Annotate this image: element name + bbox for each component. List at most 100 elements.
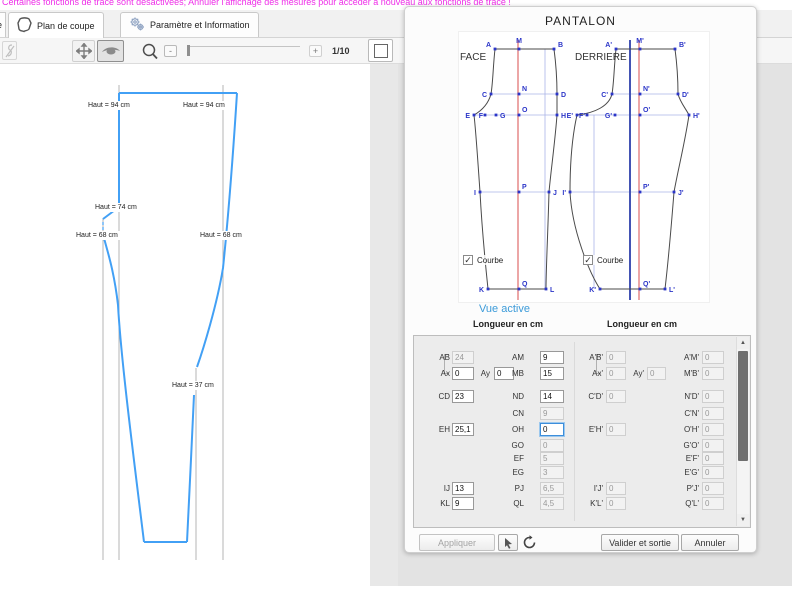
measure-field-PJ: 6,5 — [540, 482, 564, 495]
point-label-N': N' — [643, 86, 650, 93]
zoom-slider-handle[interactable] — [187, 45, 190, 56]
validate-exit-button[interactable]: Valider et sortie — [601, 534, 679, 551]
apply-button[interactable]: Appliquer — [419, 534, 495, 551]
measure-label-E'F': E'F' — [667, 452, 699, 465]
measure-field-KL[interactable]: 9 — [452, 497, 474, 510]
measure-label-Q'L': Q'L' — [667, 497, 699, 510]
measure-field-EH[interactable]: 25,1 — [452, 423, 474, 436]
dialog-title: PANTALON — [405, 14, 756, 28]
measure-label: Haut = 94 cm — [86, 101, 132, 110]
measure-label-Ax: Ax — [420, 367, 450, 380]
pattern-diagram-box: AMBCNDEFGOHIPJKQL A'M'B'C'N'D'E'F'G'O'H'… — [458, 31, 710, 303]
courbe-label: Courbe — [477, 256, 503, 265]
measure-label-EG: EG — [492, 466, 524, 479]
tab-parametre-et-information[interactable]: Paramètre et Information — [120, 12, 259, 37]
measure-label-EF: EF — [492, 452, 524, 465]
checkbox-checked-icon[interactable]: ✓ — [583, 255, 593, 265]
diagram-point-J' — [673, 191, 676, 194]
checkbox-checked-icon[interactable]: ✓ — [463, 255, 473, 265]
measure-label: Haut = 68 cm — [198, 231, 244, 240]
zoom-in-button[interactable]: + — [309, 45, 322, 57]
measure-field-QL: 4,5 — [540, 497, 564, 510]
point-label-F: F — [479, 113, 484, 120]
point-label-L': L' — [669, 287, 675, 294]
measure-field-AM[interactable]: 9 — [540, 351, 564, 364]
measure-field-MB[interactable]: 15 — [540, 367, 564, 380]
diagram-point-D' — [677, 93, 680, 96]
measure-field-N'D': 0 — [702, 390, 724, 403]
point-label-E': E' — [567, 113, 574, 120]
diagram-point-C' — [611, 93, 614, 96]
courbe-label: Courbe — [597, 256, 623, 265]
measure-field-A'B': 0 — [606, 351, 626, 364]
freehand-tool-button[interactable] — [2, 41, 17, 60]
measure-label-QL: QL — [492, 497, 524, 510]
diagram-point-H — [556, 114, 559, 117]
courbe-checkbox-back[interactable]: ✓ Courbe — [583, 255, 623, 265]
diagram-point-Q' — [639, 288, 642, 291]
diagram-point-C — [490, 93, 493, 96]
zoom-slider-track[interactable] — [188, 46, 300, 47]
scroll-thumb[interactable] — [738, 351, 748, 461]
eye-show-measures-button[interactable] — [97, 40, 124, 62]
measurements-panel: ▲ ▼ AB24AM9A'B'0A'M'0Ax0Ay0MB15Ax'0Ay'0M… — [413, 335, 751, 528]
zoom-level-indicator: 1/10 — [332, 46, 350, 56]
measure-field-ND[interactable]: 14 — [540, 390, 564, 403]
measure-field-C'N': 0 — [702, 407, 724, 420]
measure-field-G'O': 0 — [702, 439, 724, 452]
measure-field-CD[interactable]: 23 — [452, 390, 474, 403]
cancel-button[interactable]: Annuler — [681, 534, 739, 551]
measure-field-M'B': 0 — [702, 367, 724, 380]
measure-label-CD: CD — [420, 390, 450, 403]
tab-plan-de-coupe[interactable]: Plan de coupe — [8, 12, 104, 38]
canvas-right-gutter — [370, 64, 398, 586]
point-label-O: O — [522, 107, 528, 114]
refresh-button[interactable] — [522, 535, 538, 551]
measure-field-O'H': 0 — [702, 423, 724, 436]
refresh-icon — [522, 535, 537, 550]
pattern-canvas[interactable]: Haut = 94 cm Haut = 94 cm Haut = 74 cm H… — [0, 64, 370, 586]
zoom-out-button[interactable]: - — [164, 45, 177, 57]
measure-label-OH: OH — [492, 423, 524, 436]
diagram-point-I — [479, 191, 482, 194]
measure-field-I'J': 0 — [606, 482, 626, 495]
measure-field-Ay': 0 — [647, 367, 666, 380]
face-view-label: FACE — [460, 52, 486, 63]
diagram-point-N' — [639, 93, 642, 96]
measure-label-E'H': E'H' — [571, 423, 603, 436]
cursor-arrow-icon — [503, 537, 514, 549]
pointer-tool-button[interactable] — [498, 534, 518, 551]
diagram-point-P — [518, 191, 521, 194]
measure-label-EH: EH — [420, 423, 450, 436]
column-header-left: Longueur en cm — [458, 319, 558, 329]
point-label-N: N — [522, 86, 527, 93]
square-frame-icon — [374, 44, 388, 58]
measure-label: Haut = 68 cm — [74, 231, 120, 240]
leather-hide-icon — [17, 17, 32, 35]
pan-move-button[interactable] — [72, 40, 95, 62]
measure-label-A'M': A'M' — [667, 351, 699, 364]
tab-label: Plan de coupe — [37, 21, 95, 31]
scroll-up-arrow[interactable]: ▲ — [737, 337, 749, 349]
measure-label-G'O': G'O' — [667, 439, 699, 452]
measure-field-IJ[interactable]: 13 — [452, 482, 474, 495]
gear-icon — [129, 16, 145, 34]
diagram-point-M' — [639, 48, 642, 51]
measure-field-E'G': 0 — [702, 466, 724, 479]
scroll-down-arrow[interactable]: ▼ — [737, 514, 749, 526]
diagram-point-F — [484, 114, 487, 117]
measure-field-E'F': 0 — [702, 452, 724, 465]
diagram-point-N — [518, 93, 521, 96]
measure-label-CN: CN — [492, 407, 524, 420]
diagram-point-K' — [599, 288, 602, 291]
measure-field-EG: 3 — [540, 466, 564, 479]
diagram-point-Q — [518, 288, 521, 291]
tab-partial[interactable]: e — [0, 12, 6, 37]
courbe-checkbox-face[interactable]: ✓ Courbe — [463, 255, 503, 265]
frame-select-button[interactable] — [368, 39, 393, 62]
panel-scrollbar[interactable]: ▲ ▼ — [736, 337, 749, 526]
diagram-point-L' — [664, 288, 667, 291]
measure-field-OH[interactable]: 0 — [540, 423, 564, 436]
point-label-I: I — [474, 190, 476, 197]
measure-field-C'D': 0 — [606, 390, 626, 403]
